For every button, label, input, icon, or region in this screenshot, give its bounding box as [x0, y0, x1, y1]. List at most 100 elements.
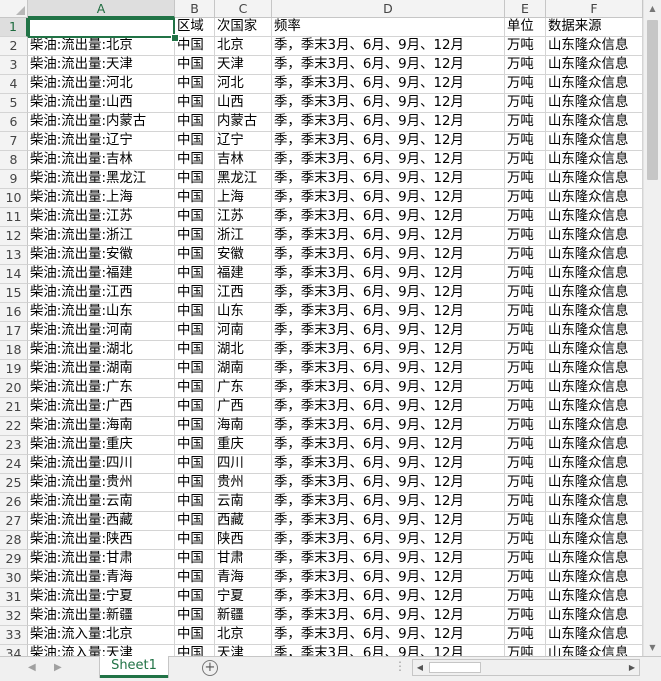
table-cell[interactable]: 中国	[175, 455, 215, 474]
tab-sheet1[interactable]: Sheet1	[100, 656, 168, 678]
column-header-f[interactable]: F	[546, 0, 643, 18]
table-cell[interactable]: 中国	[175, 379, 215, 398]
table-cell[interactable]: 中国	[175, 417, 215, 436]
table-cell[interactable]: 万吨	[505, 360, 546, 379]
table-cell[interactable]: 万吨	[505, 626, 546, 645]
table-cell[interactable]: 柴油:流出量:湖南	[28, 360, 175, 379]
column-header-a[interactable]: A	[28, 0, 175, 18]
table-cell[interactable]: 季，季末3月、6月、9月、12月	[272, 341, 505, 360]
table-cell[interactable]: 中国	[175, 360, 215, 379]
table-cell[interactable]: 柴油:流出量:甘肃	[28, 550, 175, 569]
table-cell[interactable]: 柴油:流出量:福建	[28, 265, 175, 284]
table-cell[interactable]: 宁夏	[215, 588, 272, 607]
table-cell[interactable]: 中国	[175, 626, 215, 645]
add-sheet-icon[interactable]: +	[202, 660, 218, 676]
header-cell[interactable]: 单位	[505, 18, 546, 37]
table-cell[interactable]: 季，季末3月、6月、9月、12月	[272, 398, 505, 417]
tab-split-handle[interactable]: ⋮	[394, 659, 406, 673]
table-cell[interactable]: 柴油:流出量:江西	[28, 284, 175, 303]
table-cell[interactable]: 季，季末3月、6月、9月、12月	[272, 322, 505, 341]
table-cell[interactable]: 山东隆众信息	[546, 189, 643, 208]
table-cell[interactable]: 山东隆众信息	[546, 284, 643, 303]
table-cell[interactable]: 湖北	[215, 341, 272, 360]
table-cell[interactable]: 中国	[175, 474, 215, 493]
table-cell[interactable]: 万吨	[505, 303, 546, 322]
row-header[interactable]: 26	[0, 493, 28, 512]
tab-prev-icon[interactable]: ◀	[28, 662, 36, 673]
table-cell[interactable]: 万吨	[505, 56, 546, 75]
horizontal-scrollbar[interactable]: ◀ ▶	[412, 659, 640, 676]
table-cell[interactable]: 中国	[175, 436, 215, 455]
table-cell[interactable]: 中国	[175, 531, 215, 550]
table-cell[interactable]: 山东隆众信息	[546, 75, 643, 94]
table-cell[interactable]: 山东隆众信息	[546, 151, 643, 170]
table-cell[interactable]: 季，季末3月、6月、9月、12月	[272, 379, 505, 398]
table-cell[interactable]: 山东隆众信息	[546, 512, 643, 531]
table-cell[interactable]: 中国	[175, 284, 215, 303]
table-cell[interactable]: 柴油:流出量:宁夏	[28, 588, 175, 607]
table-cell[interactable]: 中国	[175, 550, 215, 569]
table-cell[interactable]: 季，季末3月、6月、9月、12月	[272, 227, 505, 246]
table-cell[interactable]: 季，季末3月、6月、9月、12月	[272, 265, 505, 284]
table-cell[interactable]: 山东隆众信息	[546, 303, 643, 322]
table-cell[interactable]: 万吨	[505, 474, 546, 493]
row-header[interactable]: 13	[0, 246, 28, 265]
column-header-b[interactable]: B	[175, 0, 215, 18]
row-header[interactable]: 18	[0, 341, 28, 360]
table-cell[interactable]: 柴油:流出量:广西	[28, 398, 175, 417]
table-cell[interactable]: 中国	[175, 37, 215, 56]
table-cell[interactable]: 北京	[215, 37, 272, 56]
row-header[interactable]: 24	[0, 455, 28, 474]
table-cell[interactable]: 季，季末3月、6月、9月、12月	[272, 75, 505, 94]
table-cell[interactable]: 中国	[175, 607, 215, 626]
row-header[interactable]: 34	[0, 645, 28, 656]
table-cell[interactable]: 季，季末3月、6月、9月、12月	[272, 189, 505, 208]
table-cell[interactable]: 山东隆众信息	[546, 645, 643, 656]
table-cell[interactable]: 柴油:流出量:海南	[28, 417, 175, 436]
table-cell[interactable]: 万吨	[505, 379, 546, 398]
table-cell[interactable]: 山东隆众信息	[546, 379, 643, 398]
table-cell[interactable]: 天津	[215, 645, 272, 656]
table-cell[interactable]: 中国	[175, 208, 215, 227]
row-header[interactable]: 16	[0, 303, 28, 322]
row-header[interactable]: 19	[0, 360, 28, 379]
table-cell[interactable]: 中国	[175, 569, 215, 588]
table-cell[interactable]: 万吨	[505, 531, 546, 550]
vertical-scroll-thumb[interactable]	[647, 20, 658, 180]
table-cell[interactable]: 季，季末3月、6月、9月、12月	[272, 512, 505, 531]
table-cell[interactable]: 江西	[215, 284, 272, 303]
table-cell[interactable]: 山东隆众信息	[546, 474, 643, 493]
table-cell[interactable]: 柴油:流出量:江苏	[28, 208, 175, 227]
row-header[interactable]: 17	[0, 322, 28, 341]
table-cell[interactable]: 季，季末3月、6月、9月、12月	[272, 436, 505, 455]
table-cell[interactable]: 柴油:流出量:浙江	[28, 227, 175, 246]
table-cell[interactable]: 季，季末3月、6月、9月、12月	[272, 303, 505, 322]
table-cell[interactable]: 中国	[175, 512, 215, 531]
table-cell[interactable]: 重庆	[215, 436, 272, 455]
table-cell[interactable]: 季，季末3月、6月、9月、12月	[272, 113, 505, 132]
table-cell[interactable]: 万吨	[505, 75, 546, 94]
table-cell[interactable]: 万吨	[505, 208, 546, 227]
table-cell[interactable]: 柴油:流出量:西藏	[28, 512, 175, 531]
row-header[interactable]: 15	[0, 284, 28, 303]
table-cell[interactable]: 山东	[215, 303, 272, 322]
table-cell[interactable]: 季，季末3月、6月、9月、12月	[272, 208, 505, 227]
table-cell[interactable]: 天津	[215, 56, 272, 75]
table-cell[interactable]: 季，季末3月、6月、9月、12月	[272, 645, 505, 656]
table-cell[interactable]: 吉林	[215, 151, 272, 170]
row-header[interactable]: 11	[0, 208, 28, 227]
table-cell[interactable]: 万吨	[505, 341, 546, 360]
table-cell[interactable]: 柴油:流出量:重庆	[28, 436, 175, 455]
table-cell[interactable]: 山东隆众信息	[546, 227, 643, 246]
scroll-up-icon[interactable]: ▲	[644, 0, 661, 17]
row-header[interactable]: 12	[0, 227, 28, 246]
table-cell[interactable]: 季，季末3月、6月、9月、12月	[272, 360, 505, 379]
table-cell[interactable]: 山东隆众信息	[546, 417, 643, 436]
table-cell[interactable]: 山东隆众信息	[546, 569, 643, 588]
row-header[interactable]: 8	[0, 151, 28, 170]
vertical-scrollbar[interactable]: ▲ ▼	[643, 0, 661, 656]
table-cell[interactable]: 柴油:流出量:青海	[28, 569, 175, 588]
table-cell[interactable]: 万吨	[505, 436, 546, 455]
row-header[interactable]: 20	[0, 379, 28, 398]
table-cell[interactable]: 柴油:流出量:新疆	[28, 607, 175, 626]
